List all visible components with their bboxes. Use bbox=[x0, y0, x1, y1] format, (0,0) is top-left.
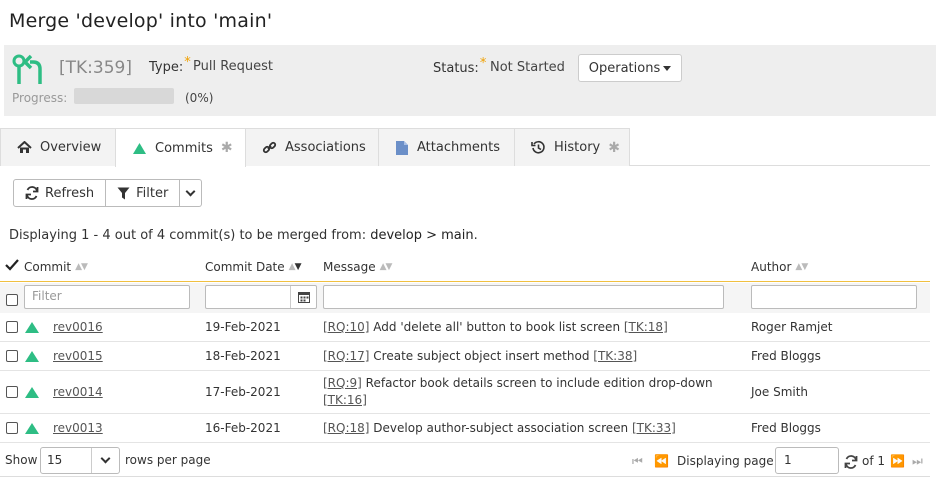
sort-icon[interactable]: ▲▼ bbox=[795, 262, 808, 272]
sort-icon[interactable]: ▲▼ bbox=[75, 262, 88, 272]
chevron-down-icon[interactable] bbox=[91, 448, 119, 473]
author-filter-input[interactable] bbox=[751, 285, 917, 309]
header-message[interactable]: Message ▲▼ bbox=[323, 260, 393, 274]
commit-message: [RQ:17] Create subject object insert met… bbox=[323, 349, 638, 363]
show-label: Show bbox=[5, 453, 38, 467]
message-filter-input[interactable] bbox=[323, 285, 724, 309]
commit-date: 18-Feb-2021 bbox=[205, 349, 281, 363]
commit-triangle-icon bbox=[25, 351, 39, 362]
commit-link[interactable]: rev0014 bbox=[53, 385, 103, 399]
document-icon bbox=[396, 140, 408, 155]
displaying-page-label: Displaying page bbox=[677, 454, 774, 468]
tab-attachments[interactable]: Attachments bbox=[378, 128, 515, 166]
commit-filter-input[interactable]: Filter bbox=[24, 285, 190, 309]
table-row: rev0014 17-Feb-2021 [RQ:9] Refactor book… bbox=[0, 371, 930, 414]
last-page-icon[interactable]: ⏭ bbox=[912, 454, 923, 469]
date-filter-input[interactable] bbox=[205, 285, 317, 309]
sort-desc-icon[interactable]: ▲▼ bbox=[289, 262, 302, 272]
commit-link[interactable]: rev0015 bbox=[53, 349, 103, 363]
commit-date: 16-Feb-2021 bbox=[205, 421, 281, 435]
refresh-icon[interactable] bbox=[844, 455, 858, 469]
tab-bar: Overview Commits ✱ Associations Attachmen… bbox=[0, 128, 930, 167]
rows-per-page-label: rows per page bbox=[125, 453, 211, 467]
row-checkbox[interactable] bbox=[6, 422, 18, 434]
tab-commits[interactable]: Commits ✱ bbox=[115, 128, 246, 167]
tab-overview[interactable]: Overview bbox=[0, 128, 116, 166]
commit-author: Fred Bloggs bbox=[751, 421, 821, 435]
commit-link[interactable]: rev0013 bbox=[53, 421, 103, 435]
task-link[interactable]: [TK:18] bbox=[624, 320, 668, 334]
row-checkbox[interactable] bbox=[6, 350, 18, 362]
requirement-link[interactable]: [RQ:18] bbox=[323, 421, 369, 435]
header-commit[interactable]: Commit ▲▼ bbox=[24, 260, 88, 274]
link-icon bbox=[262, 141, 277, 154]
commit-triangle-icon bbox=[25, 322, 39, 333]
progress-bar bbox=[74, 88, 174, 104]
commit-message: [RQ:10] Add 'delete all' button to book … bbox=[323, 320, 668, 334]
sort-icon[interactable]: ▲▼ bbox=[380, 262, 393, 272]
caret-down-icon bbox=[663, 65, 672, 71]
chevron-down-icon bbox=[185, 186, 196, 196]
triangle-icon bbox=[133, 142, 146, 154]
commit-message: [RQ:18] Develop author-subject associati… bbox=[323, 421, 676, 435]
calendar-icon[interactable] bbox=[290, 286, 316, 308]
table-row: rev0016 19-Feb-2021 [RQ:10] Add 'delete … bbox=[0, 313, 930, 342]
page-title: Merge 'develop' into 'main' bbox=[9, 10, 273, 32]
requirement-link[interactable]: [RQ:10] bbox=[323, 320, 369, 334]
commit-author: Fred Bloggs bbox=[751, 349, 821, 363]
row-checkbox[interactable] bbox=[6, 321, 18, 333]
commit-message: [RQ:9] Refactor book details screen to i… bbox=[323, 376, 713, 407]
display-summary: Displaying 1 - 4 out of 4 commit(s) to b… bbox=[9, 228, 478, 243]
pagination-footer: Show 15 rows per page ⏮ ⏪ Displaying pag… bbox=[0, 445, 930, 477]
refresh-icon bbox=[25, 186, 39, 200]
header-panel: [TK:359] Type:* Pull Request Status:* No… bbox=[4, 45, 936, 116]
token-id: [TK:359] bbox=[59, 58, 132, 78]
operations-button[interactable]: Operations bbox=[578, 54, 682, 82]
commit-link[interactable]: rev0016 bbox=[53, 320, 103, 334]
first-page-icon[interactable]: ⏮ bbox=[632, 454, 643, 469]
pull-request-icon bbox=[12, 54, 42, 84]
table-row: rev0015 18-Feb-2021 [RQ:17] Create subje… bbox=[0, 342, 930, 371]
funnel-icon bbox=[117, 187, 130, 199]
page-number-input[interactable]: 1 bbox=[775, 447, 839, 474]
table-row: rev0013 16-Feb-2021 [RQ:18] Develop auth… bbox=[0, 414, 930, 443]
commit-author: Joe Smith bbox=[751, 385, 809, 399]
status-label: Status:* bbox=[433, 56, 487, 76]
commit-triangle-icon bbox=[25, 423, 39, 434]
previous-page-icon[interactable]: ⏪ bbox=[654, 454, 669, 468]
progress-label: Progress: bbox=[12, 91, 68, 105]
home-icon bbox=[17, 141, 32, 153]
filter-row: Filter bbox=[0, 283, 930, 313]
filter-dropdown-button[interactable] bbox=[180, 179, 203, 207]
page-count-label: of 1 bbox=[862, 454, 886, 468]
commit-triangle-icon bbox=[25, 387, 39, 398]
tab-history[interactable]: History ✱ bbox=[514, 128, 630, 166]
commit-author: Roger Ramjet bbox=[751, 320, 833, 334]
select-all-checkbox[interactable] bbox=[6, 294, 18, 306]
refresh-button[interactable]: Refresh bbox=[13, 179, 107, 207]
type-value: Pull Request bbox=[193, 59, 274, 74]
grid-header-row: Commit ▲▼ Commit Date ▲▼ Message ▲▼ Author ▲… bbox=[0, 252, 930, 282]
status-value: Not Started bbox=[490, 60, 565, 75]
grid-toolbar: Refresh Filter bbox=[13, 179, 203, 207]
commit-date: 19-Feb-2021 bbox=[205, 320, 281, 334]
next-page-icon[interactable]: ⏩ bbox=[890, 454, 905, 468]
check-all-icon[interactable] bbox=[5, 259, 19, 271]
tab-associations[interactable]: Associations bbox=[245, 128, 379, 166]
progress-percent: (0%) bbox=[185, 91, 214, 105]
type-label: Type:* bbox=[149, 55, 191, 75]
history-icon bbox=[531, 140, 545, 154]
requirement-link[interactable]: [RQ:9] bbox=[323, 376, 362, 390]
requirement-link[interactable]: [RQ:17] bbox=[323, 349, 369, 363]
row-checkbox[interactable] bbox=[6, 386, 18, 398]
task-link[interactable]: [TK:33] bbox=[632, 421, 676, 435]
commit-date: 17-Feb-2021 bbox=[205, 385, 281, 399]
header-author[interactable]: Author ▲▼ bbox=[751, 260, 808, 274]
filter-button[interactable]: Filter bbox=[106, 179, 181, 207]
page-size-select[interactable]: 15 bbox=[40, 447, 120, 474]
header-commit-date[interactable]: Commit Date ▲▼ bbox=[205, 260, 302, 274]
task-link[interactable]: [TK:16] bbox=[323, 393, 367, 407]
task-link[interactable]: [TK:38] bbox=[593, 349, 637, 363]
